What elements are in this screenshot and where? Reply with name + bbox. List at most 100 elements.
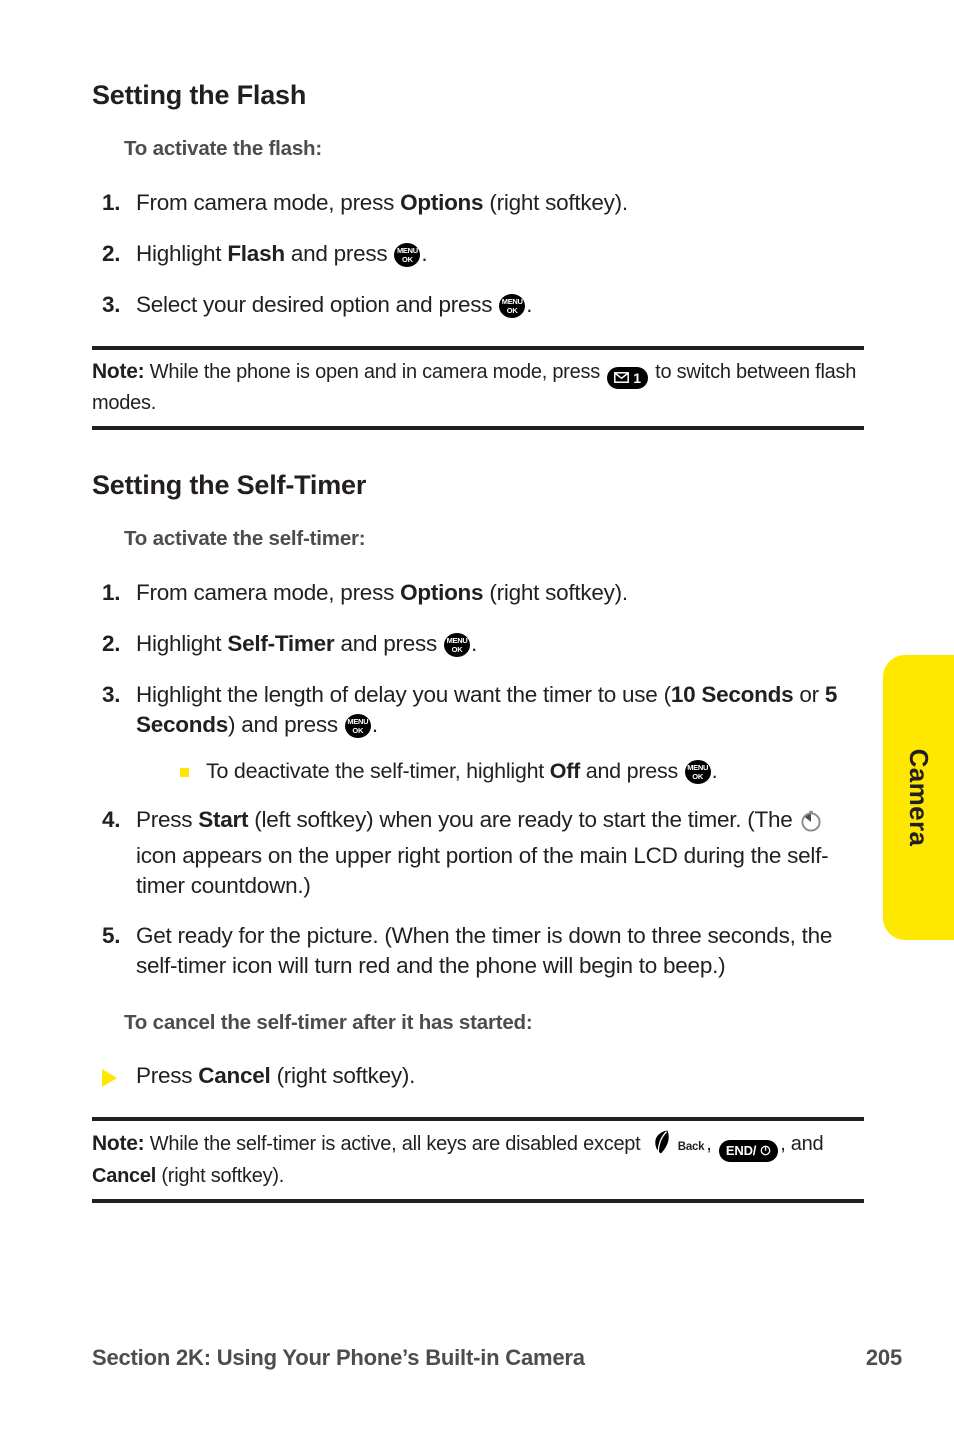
step-text-tail: . (421, 240, 428, 266)
step-text: Press Cancel (right softkey). (136, 1061, 864, 1091)
step-text-bold-a: Options (400, 580, 484, 606)
step-text-c: . (471, 631, 478, 657)
step-text-post: (right softkey). (483, 190, 628, 215)
note-text-flash: Note: While the phone is open and in cam… (92, 350, 864, 426)
triangle-bullet-icon (92, 1061, 136, 1091)
side-tab-label: Camera (904, 748, 934, 847)
step-text: Highlight Self-Timer and press MENU OK. (136, 629, 864, 659)
page-footer: Section 2K: Using Your Phone’s Built-in … (92, 1345, 902, 1371)
step-selftimer-2: 2. Highlight Self-Timer and press MENU OK… (92, 629, 864, 659)
note-text-self-timer: Note: While the self-timer is active, al… (92, 1121, 864, 1199)
step-flash-3: 3. Select your desired option and press … (92, 290, 864, 320)
note-text-after-end: , and (780, 1132, 824, 1155)
substep-text-c: . (711, 758, 718, 783)
menu-ok-key-menu-label: MENU (396, 245, 418, 255)
step-text-a: Press (136, 806, 199, 832)
note-box-self-timer: Note: While the self-timer is active, al… (92, 1116, 864, 1204)
step-text: Get ready for the picture. (When the tim… (136, 923, 833, 978)
note-text-before: While the self-timer is active, all keys… (144, 1132, 646, 1155)
step-text-b: and press (334, 631, 444, 657)
back-key-label: Back (677, 1141, 705, 1154)
step-text-b: or (793, 682, 825, 708)
step-number: 1. (102, 190, 121, 215)
note-text-middle: , (706, 1132, 717, 1155)
step-text-tail: . (526, 291, 533, 317)
end-power-key-icon: END/ (718, 1139, 779, 1162)
step-number: 2. (102, 631, 121, 657)
end-key-label: END/ (725, 1143, 757, 1159)
menu-ok-key-menu-label: MENU (687, 762, 709, 772)
menu-ok-key-icon: MENU OK (444, 633, 471, 658)
note-bold-cancel: Cancel (92, 1164, 157, 1187)
substep-text-bold-a: Off (549, 758, 581, 783)
step-text: Highlight Flash and press MENU OK. (136, 239, 864, 269)
menu-ok-key-menu-label: MENU (347, 717, 369, 727)
back-key-glyph (655, 1130, 669, 1154)
envelope-icon (614, 372, 630, 384)
menu-ok-key-icon: MENU OK (499, 293, 526, 318)
step-flash-2: 2. Highlight Flash and press MENU OK. (92, 239, 864, 269)
message-1-key-icon: 1 (607, 366, 648, 389)
note-text-before: While the phone is open and in camera mo… (144, 360, 606, 383)
step-text-pre: From camera mode, press (136, 190, 401, 215)
menu-ok-key-ok-label: OK (692, 771, 704, 781)
step-text: From camera mode, press Options (right s… (136, 578, 864, 608)
note-box-flash: Note: While the phone is open and in cam… (92, 345, 864, 431)
step-text-a: From camera mode, press (136, 580, 401, 606)
menu-ok-key-ok-label: OK (352, 726, 364, 736)
power-icon (760, 1146, 771, 1156)
note-text-end: (right softkey). (156, 1164, 285, 1187)
step-text-post: and press (284, 240, 394, 266)
step-text-a: Highlight (136, 631, 228, 657)
step-text: Highlight the length of delay you want t… (136, 680, 864, 740)
subheading-cancel-self-timer: To cancel the self-timer after it has st… (124, 1010, 533, 1034)
menu-ok-key-icon: MENU OK (394, 242, 421, 267)
step-text-bold: Flash (227, 240, 285, 266)
footer-section-title: Section 2K: Using Your Phone’s Built-in … (92, 1345, 585, 1370)
step-text-pre: Highlight (136, 240, 228, 266)
step-flash-1: 1. From camera mode, press Options (righ… (92, 188, 864, 218)
substep-text-a: To deactivate the self-timer, highlight (206, 758, 550, 783)
step-text-bold-a: Cancel (198, 1062, 271, 1088)
substep-deactivate-self-timer: To deactivate the self-timer, highlight … (92, 757, 864, 786)
substep-text: To deactivate the self-timer, highlight … (206, 757, 864, 786)
manual-page: Camera Setting the Flash To activate the… (0, 0, 954, 1431)
step-text-bold-a: Self-Timer (227, 631, 335, 657)
step-number: 2. (102, 240, 121, 266)
menu-ok-key-ok-label: OK (401, 254, 413, 264)
menu-ok-key-ok-label: OK (451, 645, 463, 655)
step-text-pre: Select your desired option and press (136, 291, 499, 317)
substep-text-b: and press (580, 758, 684, 783)
step-text-b: (right softkey). (483, 580, 628, 606)
step-number: 3. (102, 682, 121, 708)
step-text-d: . (371, 712, 378, 738)
step-text: Press Start (left softkey) when you are … (136, 805, 864, 902)
step-text-bold-a: 10 Seconds (670, 682, 794, 708)
step-text-c: icon appears on the upper right portion … (136, 843, 829, 899)
step-text: From camera mode, press Options (right s… (136, 188, 864, 218)
step-cancel-self-timer: Press Cancel (right softkey). (92, 1061, 864, 1091)
menu-ok-key-menu-label: MENU (501, 296, 523, 306)
step-text-a: Press (136, 1062, 199, 1088)
side-tab-camera: Camera (883, 655, 954, 940)
heading-setting-the-self-timer: Setting the Self-Timer (92, 470, 367, 501)
subheading-activate-flash: To activate the flash: (124, 137, 322, 160)
step-selftimer-3: 3. Highlight the length of delay you wan… (92, 680, 864, 740)
note-rule-bottom (92, 426, 864, 431)
menu-ok-key-icon: MENU OK (344, 714, 371, 739)
note-label: Note: (92, 359, 145, 383)
step-text-b: (left softkey) when you are ready to sta… (248, 806, 799, 832)
step-text: Select your desired option and press MEN… (136, 290, 864, 320)
square-bullet-icon (180, 757, 206, 786)
step-selftimer-5: 5. Get ready for the picture. (When the … (92, 921, 864, 981)
menu-ok-key-ok-label: OK (506, 305, 518, 315)
heading-setting-the-flash: Setting the Flash (92, 80, 307, 110)
step-text-a: Highlight the length of delay you want t… (136, 682, 671, 708)
menu-ok-key-menu-label: MENU (446, 636, 468, 646)
step-text-b: (right softkey). (270, 1062, 416, 1088)
step-text-c: ) and press (228, 712, 344, 738)
note-label: Note: (92, 1131, 145, 1155)
footer-page-number: 205 (865, 1345, 902, 1370)
step-number: 5. (102, 923, 121, 949)
note-rule-bottom (92, 1199, 864, 1204)
